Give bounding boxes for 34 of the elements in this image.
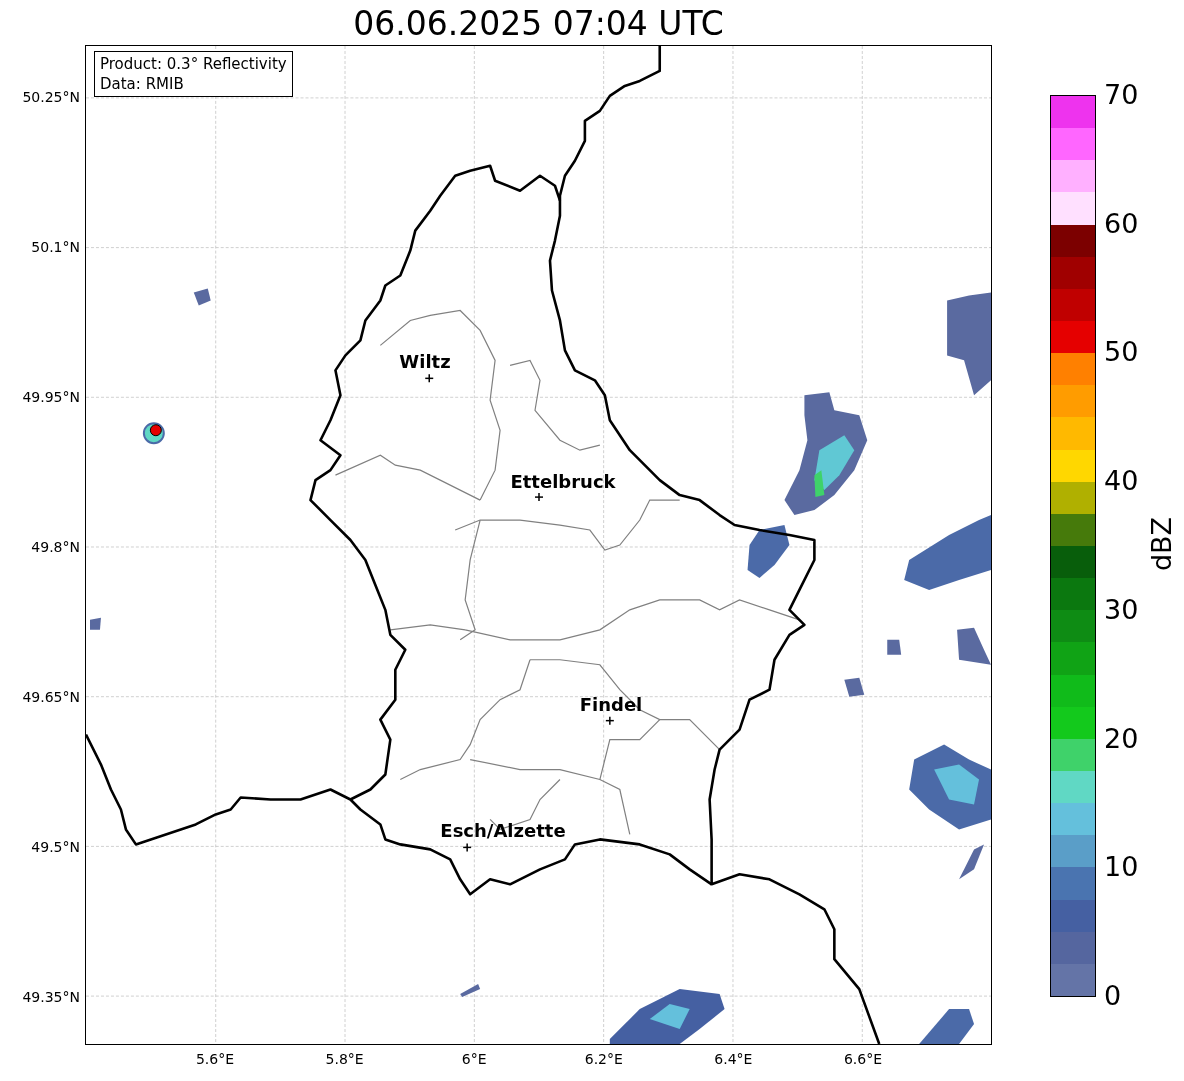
map-title: 06.06.2025 07:04 UTC <box>352 4 725 44</box>
colorbar-tick-label: 60 <box>1104 207 1139 240</box>
city-label: Esch/Alzette <box>440 820 566 842</box>
latitude-label: 49.35°N <box>22 988 80 1006</box>
colorbar-tick-label: 20 <box>1104 722 1139 755</box>
latitude-label: 49.5°N <box>31 838 80 856</box>
city-label: Ettelbruck <box>510 471 616 493</box>
latitude-label: 49.95°N <box>22 388 80 406</box>
latitude-label: 49.8°N <box>31 538 80 556</box>
longitude-label: 5.6°E <box>195 1050 235 1068</box>
colorbar-tick-label: 40 <box>1104 465 1139 498</box>
city-marker <box>462 842 472 853</box>
latitude-label: 50.1°N <box>31 238 80 256</box>
radar-site-marker <box>142 422 165 445</box>
latitude-label: 50.25°N <box>22 88 80 106</box>
colorbar-title: dBZ <box>1146 516 1178 572</box>
longitude-label: 6.4°E <box>714 1050 753 1068</box>
longitude-label: 6.2°E <box>584 1050 623 1068</box>
city-label: Findel <box>579 694 643 716</box>
colorbar-tick-label: 70 <box>1104 79 1139 111</box>
latitude-label: 49.65°N <box>22 688 80 706</box>
legend-text: Data: RMIB <box>100 74 185 94</box>
longitude-label: 6.6°E <box>843 1050 883 1068</box>
city-marker <box>605 715 615 726</box>
city-marker <box>534 492 544 502</box>
city-label: Wiltz <box>399 351 451 373</box>
city-marker <box>424 373 434 384</box>
legend-text: Product: 0.3° Reflectivity <box>100 54 287 74</box>
colorbar-tick-label: 50 <box>1104 336 1139 369</box>
colorbar-tick-label: 30 <box>1104 593 1139 626</box>
colorbar-tick-label: 10 <box>1104 851 1139 884</box>
longitude-label: 5.8°E <box>325 1050 364 1068</box>
colorbar-tick-label: 0 <box>1104 980 1122 1012</box>
longitude-label: 6°E <box>461 1050 487 1068</box>
